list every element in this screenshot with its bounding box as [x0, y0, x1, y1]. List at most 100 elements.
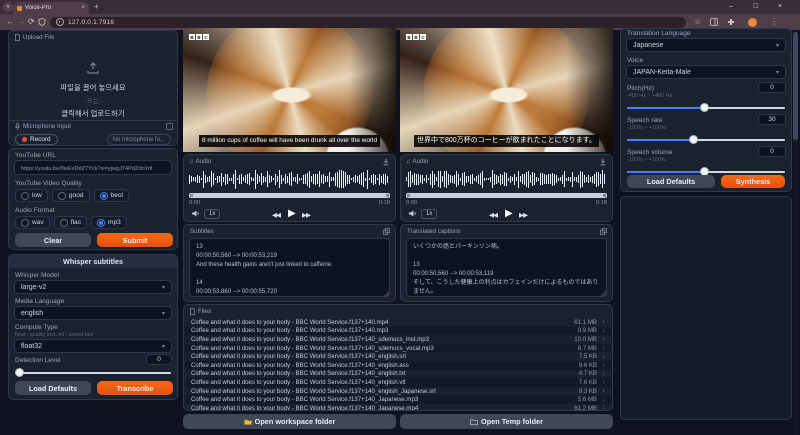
download-icon[interactable]: ↓	[602, 397, 605, 403]
record-button[interactable]: Record	[15, 134, 58, 145]
window-maximize-button[interactable]: ▢	[753, 1, 759, 12]
pitch-input[interactable]: 0	[758, 82, 786, 93]
download-icon[interactable]: ↓	[602, 405, 605, 411]
mic-settings-icon[interactable]	[166, 123, 173, 130]
speaker-icon[interactable]	[408, 209, 417, 218]
site-info-icon[interactable]	[56, 18, 64, 26]
clear-button[interactable]: Clear	[15, 233, 91, 247]
side-panel-icon[interactable]	[710, 18, 718, 26]
submit-button[interactable]: Submit	[97, 233, 173, 247]
address-bar[interactable]: 127.0.0.1:7916	[50, 17, 686, 28]
file-row[interactable]: Coffee and what it does to your body - B…	[185, 395, 611, 404]
file-row[interactable]: Coffee and what it does to your body - B…	[185, 370, 611, 379]
media-language-dropdown[interactable]: english▾	[14, 306, 172, 320]
file-name[interactable]: Coffee and what it does to your body - B…	[191, 327, 573, 334]
file-row[interactable]: Coffee and what it does to your body - B…	[185, 327, 611, 336]
speech-rate-slider[interactable]	[627, 135, 785, 144]
translated-captions-textarea[interactable]: いくつかの癌とパーキンソン病。 13 00:00:50,560 --> 00:0…	[406, 238, 607, 297]
file-name[interactable]: Coffee and what it does to your body - B…	[191, 370, 574, 377]
pitch-slider[interactable]	[627, 103, 785, 112]
download-icon[interactable]: ↓	[602, 371, 605, 377]
translation-language-dropdown[interactable]: Japanese▾	[626, 38, 786, 52]
file-row[interactable]: Coffee and what it does to your body - B…	[185, 378, 611, 387]
open-workspace-folder-button[interactable]: Open workspace folder	[183, 414, 396, 429]
tts-load-defaults-button[interactable]: Load Defaults	[627, 175, 715, 188]
copy-icon[interactable]	[600, 228, 607, 235]
speech-rate-input[interactable]: 30	[758, 114, 786, 125]
file-row[interactable]: Coffee and what it does to your body - B…	[185, 387, 611, 396]
forward-icon[interactable]: →	[17, 17, 25, 27]
tab-search-icon[interactable]: ▾	[3, 2, 13, 12]
slider-knob[interactable]	[689, 135, 698, 144]
quality-option-best[interactable]: best	[94, 189, 129, 202]
slider-knob[interactable]	[15, 368, 24, 377]
download-icon[interactable]: ↓	[602, 388, 605, 394]
file-row[interactable]: Coffee and what it does to your body - B…	[185, 335, 611, 344]
subtitles-textarea[interactable]: 13 00:00:50,560 --> 00:00:53,219 And the…	[189, 238, 390, 297]
play-icon[interactable]: ▶	[288, 208, 296, 219]
download-icon[interactable]: ↓	[602, 379, 605, 385]
speaker-icon[interactable]	[191, 209, 200, 218]
format-option-mp3[interactable]: mp3	[91, 216, 127, 229]
waveform-scrollbar[interactable]	[406, 193, 607, 198]
quality-option-low[interactable]: low	[15, 189, 48, 202]
format-option-wav[interactable]: wav	[15, 216, 50, 229]
scrollbar-thumb[interactable]	[793, 32, 798, 140]
file-row[interactable]: Coffee and what it does to your body - B…	[185, 344, 611, 353]
window-close-button[interactable]: ×	[778, 1, 782, 12]
download-icon[interactable]: ↓	[602, 319, 605, 325]
voice-dropdown[interactable]: JAPAN-Keita-Male▾	[626, 65, 786, 79]
whisper-load-defaults-button[interactable]: Load Defaults	[15, 381, 91, 395]
download-icon[interactable]: ↓	[602, 336, 605, 342]
resize-handle[interactable]	[601, 291, 606, 296]
file-name[interactable]: Coffee and what it does to your body - B…	[191, 353, 574, 360]
download-icon[interactable]: ↓	[602, 328, 605, 334]
speech-volume-input[interactable]: 0	[758, 146, 786, 157]
slider-knob[interactable]	[700, 103, 709, 112]
copy-icon[interactable]	[383, 228, 390, 235]
transcribe-button[interactable]: Transcribe	[97, 381, 173, 395]
compute-type-dropdown[interactable]: float32▾	[14, 339, 172, 353]
file-name[interactable]: Coffee and what it does to your body - B…	[191, 405, 569, 411]
file-name[interactable]: Coffee and what it does to your body - B…	[191, 345, 573, 352]
file-name[interactable]: Coffee and what it does to your body - B…	[191, 379, 574, 386]
file-name[interactable]: Coffee and what it does to your body - B…	[191, 396, 573, 403]
reload-icon[interactable]: ⟳	[28, 17, 35, 27]
waveform[interactable]	[406, 168, 607, 190]
fast-forward-icon[interactable]: ▶▶	[302, 211, 310, 219]
download-icon[interactable]	[382, 158, 390, 166]
bookmark-star-icon[interactable]: ☆	[694, 17, 701, 27]
file-row[interactable]: Coffee and what it does to your body - B…	[185, 318, 611, 327]
new-tab-button[interactable]: +	[94, 2, 99, 12]
video-player-translated[interactable]: BBC 世界中で800万杯のコーヒーが飲まれたことになります。	[400, 28, 613, 152]
rewind-icon[interactable]: ◀◀	[272, 211, 280, 219]
whisper-model-dropdown[interactable]: large-v2▾	[14, 280, 172, 294]
resize-handle[interactable]	[384, 291, 389, 296]
profile-avatar[interactable]	[748, 18, 757, 27]
rewind-icon[interactable]: ◀◀	[489, 211, 497, 219]
file-row[interactable]: Coffee and what it does to your body - B…	[185, 361, 611, 370]
waveform[interactable]	[189, 168, 390, 190]
window-minimize-button[interactable]: –	[729, 1, 733, 12]
waveform-scrollbar[interactable]	[189, 193, 390, 198]
download-icon[interactable]: ↓	[602, 354, 605, 360]
download-icon[interactable]: ↓	[602, 345, 605, 351]
file-name[interactable]: Coffee and what it does to your body - B…	[191, 319, 569, 326]
detection-level-slider[interactable]	[15, 368, 171, 377]
download-icon[interactable]: ↓	[602, 362, 605, 368]
extensions-icon[interactable]	[727, 18, 735, 26]
page-scrollbar[interactable]	[793, 30, 798, 435]
file-name[interactable]: Coffee and what it does to your body - B…	[191, 362, 574, 369]
playback-speed-button[interactable]: 1x	[421, 209, 437, 219]
download-icon[interactable]	[599, 158, 607, 166]
playback-speed-button[interactable]: 1x	[204, 209, 220, 219]
play-icon[interactable]: ▶	[505, 208, 513, 219]
file-name[interactable]: Coffee and what it does to your body - B…	[191, 388, 574, 395]
tab-close-icon[interactable]: ×	[81, 5, 85, 11]
back-icon[interactable]: ←	[6, 17, 14, 27]
youtube-url-input[interactable]: https://youtu.be/0wEvDdZ7Yck?si=yjwgJ74P…	[14, 160, 172, 175]
shield-icon[interactable]	[38, 18, 46, 26]
open-temp-folder-button[interactable]: Open Temp folder	[400, 414, 613, 429]
synthesis-button[interactable]: Synthesis	[721, 175, 785, 188]
file-name[interactable]: Coffee and what it does to your body - B…	[191, 336, 569, 343]
